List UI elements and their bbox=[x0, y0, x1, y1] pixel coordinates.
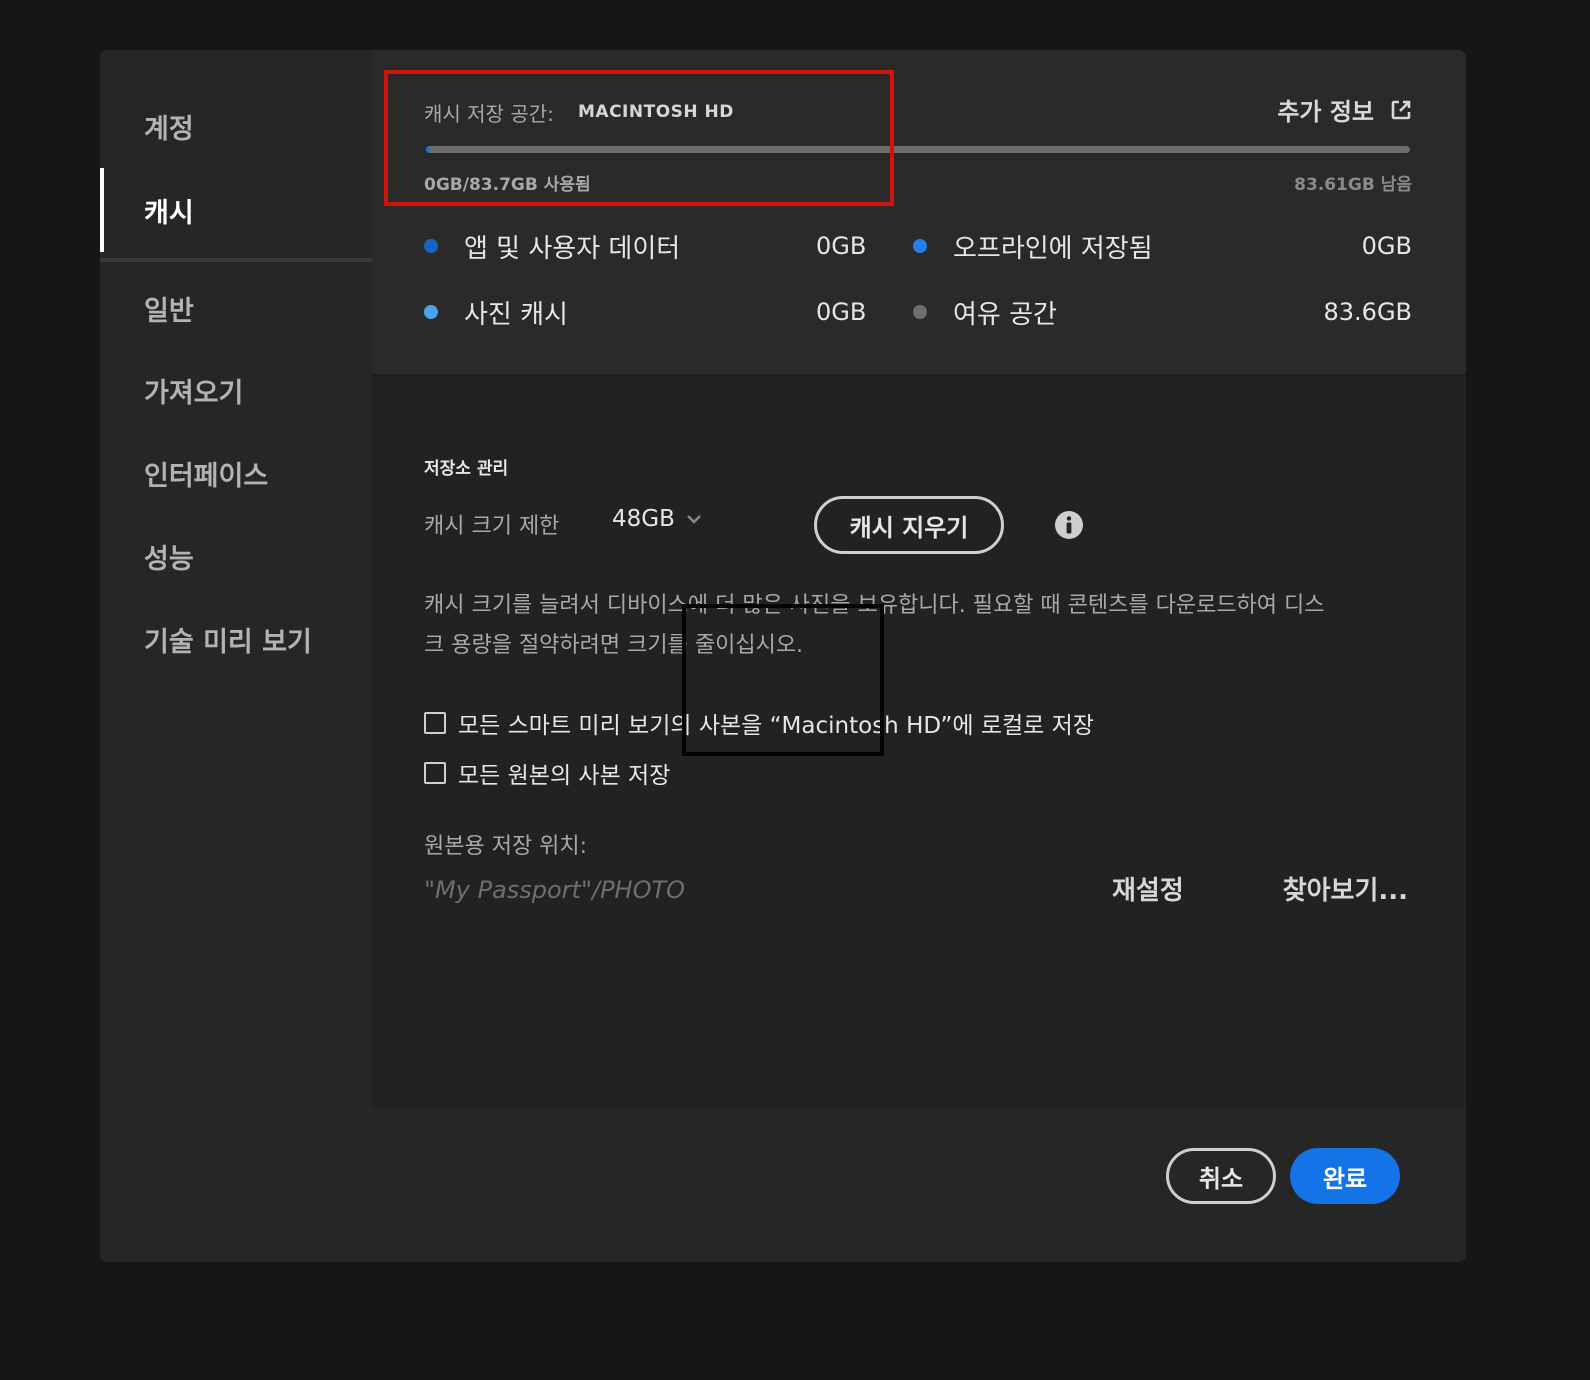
sidebar-item-label: 기술 미리 보기 bbox=[144, 626, 312, 658]
storage-management-title: 저장소 관리 bbox=[424, 459, 509, 479]
preferences-dialog: 계정 캐시 일반 가져오기 인터페이스 성능 기술 미리 보기 캐시 저장 공간… bbox=[100, 50, 1466, 1262]
more-info-label: 추가 정보 bbox=[1277, 98, 1374, 126]
info-icon[interactable] bbox=[1054, 510, 1084, 540]
sidebar-item-label: 계정 bbox=[144, 113, 194, 145]
cache-size-limit-label: 캐시 크기 제한 bbox=[424, 514, 560, 539]
sidebar-item-import[interactable]: 가져오기 bbox=[100, 348, 372, 432]
reset-button[interactable]: 재설정 bbox=[1112, 870, 1184, 907]
originals-location-label: 원본용 저장 위치: bbox=[424, 834, 588, 859]
legend-dot bbox=[424, 239, 438, 253]
done-button[interactable]: 완료 bbox=[1290, 1148, 1400, 1204]
legend-label: 오프라인에 저장됨 bbox=[953, 233, 1153, 264]
legend-app-user-data: 앱 및 사용자 데이터 bbox=[424, 226, 680, 266]
legend-value: 0GB bbox=[816, 232, 867, 260]
sidebar-item-account[interactable]: 계정 bbox=[100, 84, 372, 168]
storage-usage-bar bbox=[426, 146, 1410, 153]
sidebar-item-interface[interactable]: 인터페이스 bbox=[100, 431, 372, 515]
save-originals-checkbox[interactable]: 모든 원본의 사본 저장 bbox=[424, 756, 670, 790]
legend-label: 여유 공간 bbox=[953, 299, 1057, 330]
storage-used-text: 0GB/83.7GB 사용됨 bbox=[424, 175, 591, 195]
storage-summary: 캐시 저장 공간: MACINTOSH HD 추가 정보 0GB/83.7GB … bbox=[372, 50, 1466, 374]
legend-dot bbox=[913, 305, 927, 319]
cancel-button[interactable]: 취소 bbox=[1166, 1148, 1276, 1204]
storage-remaining-text: 83.61GB 남음 bbox=[1294, 175, 1412, 195]
legend-value: 0GB bbox=[816, 298, 867, 326]
more-info-link[interactable]: 추가 정보 bbox=[1277, 92, 1412, 127]
clear-cache-button[interactable]: 캐시 지우기 bbox=[814, 496, 1004, 554]
legend-value: 83.6GB bbox=[1323, 298, 1413, 326]
storage-usage-fill bbox=[426, 146, 430, 153]
cache-drive-name: MACINTOSH HD bbox=[578, 102, 734, 122]
cache-size-limit-value: 48GB bbox=[612, 506, 675, 532]
panel-divider bbox=[372, 374, 1466, 377]
legend-label: 사진 캐시 bbox=[464, 299, 568, 330]
sidebar-item-label: 일반 bbox=[144, 295, 194, 327]
external-link-icon bbox=[1391, 100, 1411, 119]
legend-dot bbox=[424, 305, 438, 319]
active-item-indicator bbox=[100, 168, 104, 252]
cache-description: 캐시 크기를 늘려서 디바이스에 더 많은 사진을 보유합니다. 필요할 때 콘… bbox=[424, 593, 1325, 658]
checkbox-label: 모든 스마트 미리 보기의 사본을 “Macintosh HD”에 로컬로 저장 bbox=[458, 713, 1094, 739]
sidebar-item-general[interactable]: 일반 bbox=[100, 266, 372, 350]
cache-size-limit-select[interactable]: 48GB bbox=[612, 506, 703, 532]
sidebar-item-label: 가져오기 bbox=[144, 377, 244, 409]
legend-free-space: 여유 공간 bbox=[913, 292, 1057, 332]
legend-photo-cache: 사진 캐시 bbox=[424, 292, 568, 332]
checkbox-label: 모든 원본의 사본 저장 bbox=[458, 763, 671, 789]
browse-button[interactable]: 찾아보기... bbox=[1283, 870, 1408, 907]
chevron-down-icon bbox=[687, 515, 701, 524]
sidebar-item-label: 성능 bbox=[144, 543, 194, 575]
sidebar-divider bbox=[100, 258, 372, 262]
originals-location-path: "My Passport"/PHOTO bbox=[424, 876, 686, 904]
checkbox[interactable] bbox=[424, 712, 446, 734]
legend-label: 앱 및 사용자 데이터 bbox=[464, 233, 681, 264]
save-smart-previews-checkbox[interactable]: 모든 스마트 미리 보기의 사본을 “Macintosh HD”에 로컬로 저장 bbox=[424, 706, 1094, 740]
sidebar-item-performance[interactable]: 성능 bbox=[100, 514, 372, 598]
checkbox[interactable] bbox=[424, 762, 446, 784]
sidebar-item-cache[interactable]: 캐시 bbox=[100, 168, 372, 252]
legend-dot bbox=[913, 239, 927, 253]
cache-settings-panel: 캐시 저장 공간: MACINTOSH HD 추가 정보 0GB/83.7GB … bbox=[372, 50, 1466, 1108]
sidebar-item-tech-preview[interactable]: 기술 미리 보기 bbox=[100, 597, 372, 681]
cache-location-label: 캐시 저장 공간: bbox=[424, 102, 554, 126]
legend-offline-saved: 오프라인에 저장됨 bbox=[913, 226, 1153, 266]
sidebar-item-label: 인터페이스 bbox=[144, 460, 269, 492]
legend-value: 0GB bbox=[1361, 232, 1412, 260]
sidebar-item-label: 캐시 bbox=[144, 197, 194, 229]
sidebar: 계정 캐시 일반 가져오기 인터페이스 성능 기술 미리 보기 bbox=[100, 50, 372, 1108]
